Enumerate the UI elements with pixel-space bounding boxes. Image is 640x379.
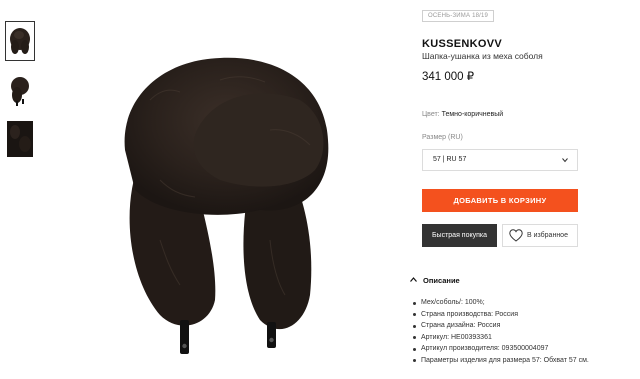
list-item: Страна производства: Россия [412,309,589,321]
main-product-image [100,40,360,370]
list-item: Параметры изделия для размера 57: Обхват… [412,355,589,367]
description-toggle[interactable]: Описание [410,276,460,285]
fur-hat-side-thumbnail-icon [11,77,29,106]
add-to-favorites-button[interactable]: В избранное [502,224,578,247]
list-item: Мех/соболь/: 100%; [412,297,589,309]
list-item: Страна дизайна: Россия [412,320,589,332]
color-row: Цвет: Темно-коричневый [422,111,503,118]
product-price: 341 000 ₽ [422,71,475,83]
season-badge: ОСЕНЬ-ЗИМА 18/19 [422,10,495,22]
fur-hat-thumbnail-icon [10,28,30,54]
heart-icon [509,229,523,242]
size-select[interactable]: 57 | RU 57 [422,149,578,171]
product-title: Шапка-ушанка из меха соболя [422,51,543,61]
list-item: Артикул: HE00393361 [412,332,589,344]
fur-hat-main-icon [124,57,329,354]
fur-closeup-thumbnail-icon [7,121,33,157]
brand-name[interactable]: KUSSENKOVV [422,38,502,50]
list-item: Артикул производителя: 093500004097 [412,343,589,355]
chevron-up-icon [410,277,417,282]
quick-buy-button[interactable]: Быстрая покупка [422,224,497,247]
thumbnail-2[interactable] [6,71,34,109]
thumbnail-3[interactable] [6,120,34,158]
size-label: Размер (RU) [422,134,463,141]
thumbnail-1[interactable] [5,21,35,61]
description-header: Описание [423,276,460,285]
color-label: Цвет: [422,111,440,118]
description-list: Мех/соболь/: 100%; Страна производства: … [412,297,589,366]
color-value: Темно-коричневый [441,111,504,118]
add-to-cart-button[interactable]: ДОБАВИТЬ В КОРЗИНУ [422,189,578,212]
size-selected-value: 57 | RU 57 [433,156,467,163]
favorites-label: В избранное [527,232,568,239]
chevron-down-icon [562,158,568,163]
thumbnail-gallery [5,21,36,169]
